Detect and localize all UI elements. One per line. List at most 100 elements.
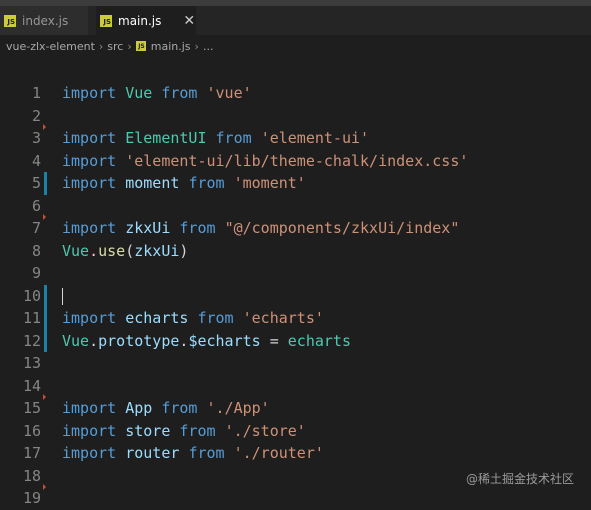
- code-token: Vue: [62, 331, 90, 350]
- code-token: echarts: [287, 331, 351, 350]
- breadcrumb-folder-project[interactable]: vue-zlx-element: [6, 40, 95, 53]
- code-line[interactable]: 6: [0, 195, 591, 218]
- code-token: .: [89, 331, 99, 350]
- gutter-deleted-marker[interactable]: [43, 394, 46, 400]
- code-line[interactable]: 2: [0, 105, 591, 128]
- code-token: $echarts: [188, 331, 261, 350]
- breadcrumb: vue-zlx-element › src › JS main.js › ...: [0, 35, 591, 57]
- code-text: import zkxUi from "@/components/zkxUi/in…: [62, 217, 459, 240]
- code-text: Vue.use(zkxUi): [62, 240, 188, 263]
- code-token: echarts: [125, 309, 189, 327]
- code-line[interactable]: 16 import store from './store': [0, 420, 591, 443]
- tab-label: index.js: [22, 13, 69, 28]
- code-token: Vue: [62, 241, 90, 260]
- code-line[interactable]: 15 import App from './App': [0, 394, 591, 420]
- code-token: import: [62, 84, 117, 102]
- code-token: moment: [125, 174, 180, 192]
- code-line[interactable]: 3 import ElementUI from 'element-ui': [0, 124, 591, 150]
- code-text: import echarts from 'echarts': [62, 307, 324, 330]
- gutter-deleted-marker[interactable]: [43, 124, 46, 130]
- tab-label: main.js: [118, 13, 162, 28]
- code-token: ): [179, 241, 189, 260]
- code-token: import: [62, 309, 117, 327]
- code-line[interactable]: 10: [0, 284, 591, 307]
- code-line[interactable]: 13: [0, 352, 591, 375]
- code-text: Vue.prototype.$echarts = echarts: [62, 330, 351, 353]
- code-token: 'element-ui/lib/theme-chalk/index.css': [125, 151, 469, 170]
- line-number: 11: [22, 309, 41, 327]
- code-line[interactable]: 1 import Vue from 'vue': [0, 82, 591, 105]
- breadcrumb-file[interactable]: main.js: [151, 40, 191, 53]
- code-line[interactable]: 14: [0, 375, 591, 398]
- chevron-right-icon: ›: [194, 39, 199, 53]
- line-number: 14: [22, 376, 41, 395]
- code-text: import ElementUI from 'element-ui': [62, 127, 369, 150]
- code-token: from: [188, 444, 225, 462]
- code-token: from: [161, 84, 198, 102]
- gutter-deleted-marker[interactable]: [43, 484, 46, 490]
- tab-main-js[interactable]: JS main.js ✕: [96, 6, 196, 35]
- text-cursor: [62, 287, 63, 305]
- code-token: './App': [206, 399, 270, 417]
- code-token: =: [260, 331, 288, 350]
- gutter-modified-marker[interactable]: [44, 284, 47, 307]
- code-token: from: [161, 399, 198, 417]
- code-text: import store from './store': [62, 420, 306, 443]
- gutter-modified-marker[interactable]: [44, 307, 47, 330]
- code-line[interactable]: 17 import router from './router': [0, 442, 591, 465]
- code-token: (: [125, 241, 135, 260]
- gutter-modified-marker[interactable]: [44, 329, 47, 352]
- javascript-file-icon: JS: [135, 41, 146, 51]
- chevron-right-icon: ›: [98, 39, 104, 53]
- code-token: import: [62, 421, 117, 440]
- code-token: zkxUi: [134, 241, 180, 260]
- code-text: import router from './router': [62, 442, 324, 465]
- code-token: ElementUI: [125, 129, 207, 147]
- line-number: 5: [31, 174, 41, 192]
- code-line[interactable]: 12 Vue.prototype.$echarts = echarts: [0, 329, 591, 353]
- gutter-deleted-marker[interactable]: [43, 214, 46, 220]
- code-line[interactable]: 8 Vue.use(zkxUi): [0, 240, 591, 263]
- line-number: 8: [31, 241, 41, 260]
- code-token: import: [62, 399, 117, 417]
- code-line[interactable]: 7 import zkxUi from "@/components/zkxUi/i…: [0, 214, 591, 240]
- code-editor[interactable]: 1 import Vue from 'vue' 2 3 import ElementUI…: [0, 82, 591, 507]
- code-token: import: [62, 174, 117, 192]
- close-icon[interactable]: ✕: [183, 13, 195, 29]
- code-line[interactable]: 9: [0, 262, 591, 285]
- code-line[interactable]: 19: [0, 484, 591, 510]
- code-line[interactable]: 4 import 'element-ui/lib/theme-chalk/inde…: [0, 150, 591, 173]
- breadcrumb-symbols[interactable]: ...: [203, 40, 214, 53]
- javascript-file-icon: JS: [4, 14, 16, 27]
- code-token: 'echarts': [242, 309, 324, 327]
- code-token: prototype: [98, 331, 180, 350]
- code-token: "@/components/zkxUi/index": [224, 219, 460, 237]
- line-number: 15: [22, 399, 41, 417]
- code-line[interactable]: 11 import echarts from 'echarts': [0, 307, 591, 330]
- code-token: use: [98, 241, 126, 260]
- tab-index-js[interactable]: JS index.js: [0, 6, 88, 35]
- chevron-right-icon: ›: [127, 39, 132, 53]
- code-text: import 'element-ui/lib/theme-chalk/index…: [62, 150, 468, 173]
- code-token: App: [125, 399, 153, 417]
- line-number: 9: [31, 264, 41, 282]
- code-line[interactable]: 5 import moment from 'moment': [0, 172, 591, 195]
- line-number: 3: [31, 129, 41, 147]
- code-token: from: [179, 219, 216, 237]
- gutter-modified-marker[interactable]: [44, 172, 47, 195]
- javascript-file-icon: JS: [100, 14, 112, 27]
- breadcrumb-folder-src[interactable]: src: [107, 40, 123, 53]
- line-number: 2: [31, 106, 41, 125]
- line-number: 13: [22, 354, 41, 372]
